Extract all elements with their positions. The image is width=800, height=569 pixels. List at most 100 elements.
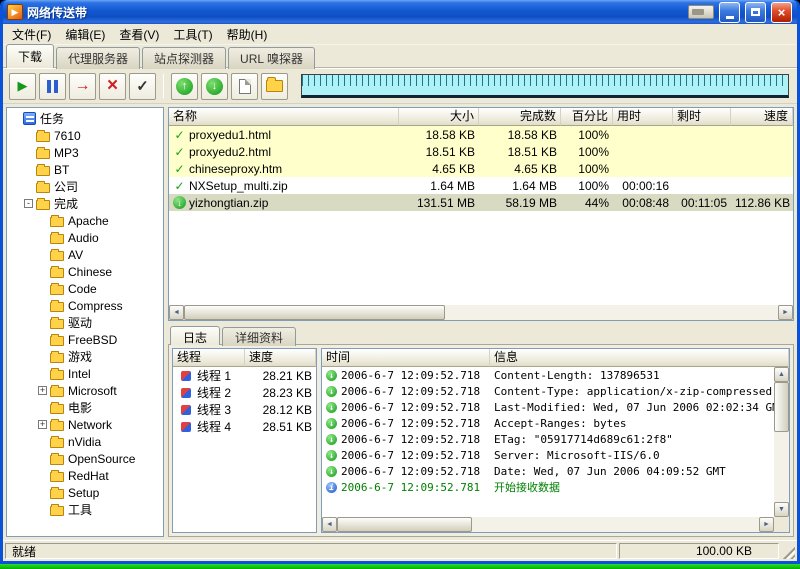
column-header-time[interactable]: 时间	[322, 349, 490, 367]
tree-item[interactable]: +Network	[7, 416, 163, 433]
column-header-speed[interactable]: 速度	[731, 108, 793, 126]
collapse-icon[interactable]: -	[24, 199, 33, 208]
download-row[interactable]: proxyedu1.html18.58 KB18.58 KB100%	[169, 126, 793, 143]
menu-help[interactable]: 帮助(H)	[220, 24, 275, 45]
log-hscrollbar[interactable]: ◄ ►	[322, 517, 789, 532]
tree-item[interactable]: 驱动	[7, 314, 163, 331]
tree-item[interactable]: 公司	[7, 178, 163, 195]
tree-item[interactable]: 游戏	[7, 348, 163, 365]
thread-row[interactable]: 线程 328.12 KB	[173, 401, 316, 418]
tree-item[interactable]: +Microsoft	[7, 382, 163, 399]
tab-site-explorer[interactable]: 站点探测器	[142, 47, 226, 69]
download-row[interactable]: proxyedu2.html18.51 KB18.51 KB100%	[169, 143, 793, 160]
scrollbar-track[interactable]	[184, 305, 778, 320]
new-download-button[interactable]	[9, 73, 36, 100]
move-down-button[interactable]: ↓	[201, 73, 228, 100]
tree-item[interactable]: MP3	[7, 144, 163, 161]
column-header-thread[interactable]: 线程	[173, 349, 245, 367]
log-row[interactable]: 2006-6-7 12:09:52.718Date: Wed, 07 Jun 2…	[322, 463, 774, 479]
log-row[interactable]: 2006-6-7 12:09:52.781开始接收数据	[322, 479, 774, 495]
thread-row[interactable]: 线程 428.51 KB	[173, 418, 316, 435]
tree-item[interactable]: Audio	[7, 229, 163, 246]
column-header-percent[interactable]: 百分比	[561, 108, 613, 126]
tree-item[interactable]: nVidia	[7, 433, 163, 450]
log-vscrollbar[interactable]: ▲ ▼	[774, 367, 789, 517]
open-file-button[interactable]	[231, 73, 258, 100]
titlebar-extra-icon[interactable]	[688, 5, 714, 19]
tab-proxy-servers[interactable]: 代理服务器	[56, 47, 140, 69]
scrollbar-track[interactable]	[774, 382, 789, 502]
menu-edit[interactable]: 编辑(E)	[58, 24, 112, 45]
thread-row[interactable]: 线程 228.23 KB	[173, 384, 316, 401]
scroll-right-button[interactable]: ►	[759, 517, 774, 532]
tab-download[interactable]: 下载	[6, 44, 54, 68]
log-row[interactable]: 2006-6-7 12:09:52.718Content-Length: 137…	[322, 367, 774, 383]
tree-item-label: Audio	[68, 231, 99, 245]
move-up-button[interactable]: ↑	[171, 73, 198, 100]
thread-row[interactable]: 线程 128.21 KB	[173, 367, 316, 384]
tree-item[interactable]: RedHat	[7, 467, 163, 484]
tree-item[interactable]: BT	[7, 161, 163, 178]
scrollbar-track[interactable]	[337, 517, 759, 532]
tree-item[interactable]: 任务	[7, 110, 163, 127]
minimize-button[interactable]	[719, 2, 740, 23]
download-row[interactable]: chineseproxy.htm4.65 KB4.65 KB100%	[169, 160, 793, 177]
column-header-remaining[interactable]: 剩时	[673, 108, 731, 126]
download-hscrollbar[interactable]: ◄ ►	[169, 305, 793, 320]
tree-item[interactable]: Chinese	[7, 263, 163, 280]
column-header-elapsed[interactable]: 用时	[613, 108, 673, 126]
log-row[interactable]: 2006-6-7 12:09:52.718Server: Microsoft-I…	[322, 447, 774, 463]
menu-tools[interactable]: 工具(T)	[166, 24, 219, 45]
log-row[interactable]: 2006-6-7 12:09:52.718ETag: "05917714d689…	[322, 431, 774, 447]
tree-item[interactable]: Intel	[7, 365, 163, 382]
close-button[interactable]: ×	[771, 2, 792, 23]
tree-item[interactable]: Compress	[7, 297, 163, 314]
tree-item[interactable]: -完成	[7, 195, 163, 212]
download-row[interactable]: NXSetup_multi.zip1.64 MB1.64 MB100%00:00…	[169, 177, 793, 194]
scroll-up-button[interactable]: ▲	[774, 367, 789, 382]
scrollbar-thumb[interactable]	[337, 517, 472, 532]
tree-item[interactable]: FreeBSD	[7, 331, 163, 348]
pause-button[interactable]	[39, 73, 66, 100]
scrollbar-thumb[interactable]	[184, 305, 445, 320]
tree-item[interactable]: 电影	[7, 399, 163, 416]
tree-item[interactable]: OpenSource	[7, 450, 163, 467]
tree-item-label: Apache	[68, 214, 109, 228]
tab-log[interactable]: 日志	[170, 326, 220, 345]
move-task-button[interactable]	[69, 73, 96, 100]
column-header-completed[interactable]: 完成数	[479, 108, 561, 126]
download-row[interactable]: yizhongtian.zip131.51 MB58.19 MB44%00:08…	[169, 194, 793, 211]
check-icon	[173, 179, 186, 192]
tab-details[interactable]: 详细资料	[222, 327, 296, 346]
expand-icon[interactable]: +	[38, 420, 47, 429]
scroll-left-button[interactable]: ◄	[169, 305, 184, 320]
expand-icon[interactable]: +	[38, 386, 47, 395]
app-icon[interactable]: ▶	[7, 4, 23, 20]
tree-item[interactable]: Code	[7, 280, 163, 297]
column-header-thread-speed[interactable]: 速度	[245, 349, 316, 367]
menu-view[interactable]: 查看(V)	[112, 24, 166, 45]
scroll-right-button[interactable]: ►	[778, 305, 793, 320]
tab-url-sniffer[interactable]: URL 嗅探器	[228, 47, 315, 69]
open-folder-button[interactable]	[261, 73, 288, 100]
tree-item[interactable]: 工具	[7, 501, 163, 518]
tree-item[interactable]: Apache	[7, 212, 163, 229]
resize-grip[interactable]	[781, 543, 795, 559]
scroll-down-button[interactable]: ▼	[774, 502, 789, 517]
commit-button[interactable]	[129, 73, 156, 100]
menu-file[interactable]: 文件(F)	[5, 24, 58, 45]
tree-item[interactable]: AV	[7, 246, 163, 263]
log-row[interactable]: 2006-6-7 12:09:52.718Content-Type: appli…	[322, 383, 774, 399]
tree-item[interactable]: Setup	[7, 484, 163, 501]
folder-icon	[50, 285, 64, 295]
scrollbar-thumb[interactable]	[774, 382, 789, 432]
column-header-size[interactable]: 大小	[399, 108, 479, 126]
delete-task-button[interactable]	[99, 73, 126, 100]
log-row[interactable]: 2006-6-7 12:09:52.718Last-Modified: Wed,…	[322, 399, 774, 415]
maximize-button[interactable]	[745, 2, 766, 23]
scroll-left-button[interactable]: ◄	[322, 517, 337, 532]
column-header-message[interactable]: 信息	[490, 349, 789, 367]
column-header-name[interactable]: 名称	[169, 108, 399, 126]
log-row[interactable]: 2006-6-7 12:09:52.718Accept-Ranges: byte…	[322, 415, 774, 431]
tree-item[interactable]: 7610	[7, 127, 163, 144]
